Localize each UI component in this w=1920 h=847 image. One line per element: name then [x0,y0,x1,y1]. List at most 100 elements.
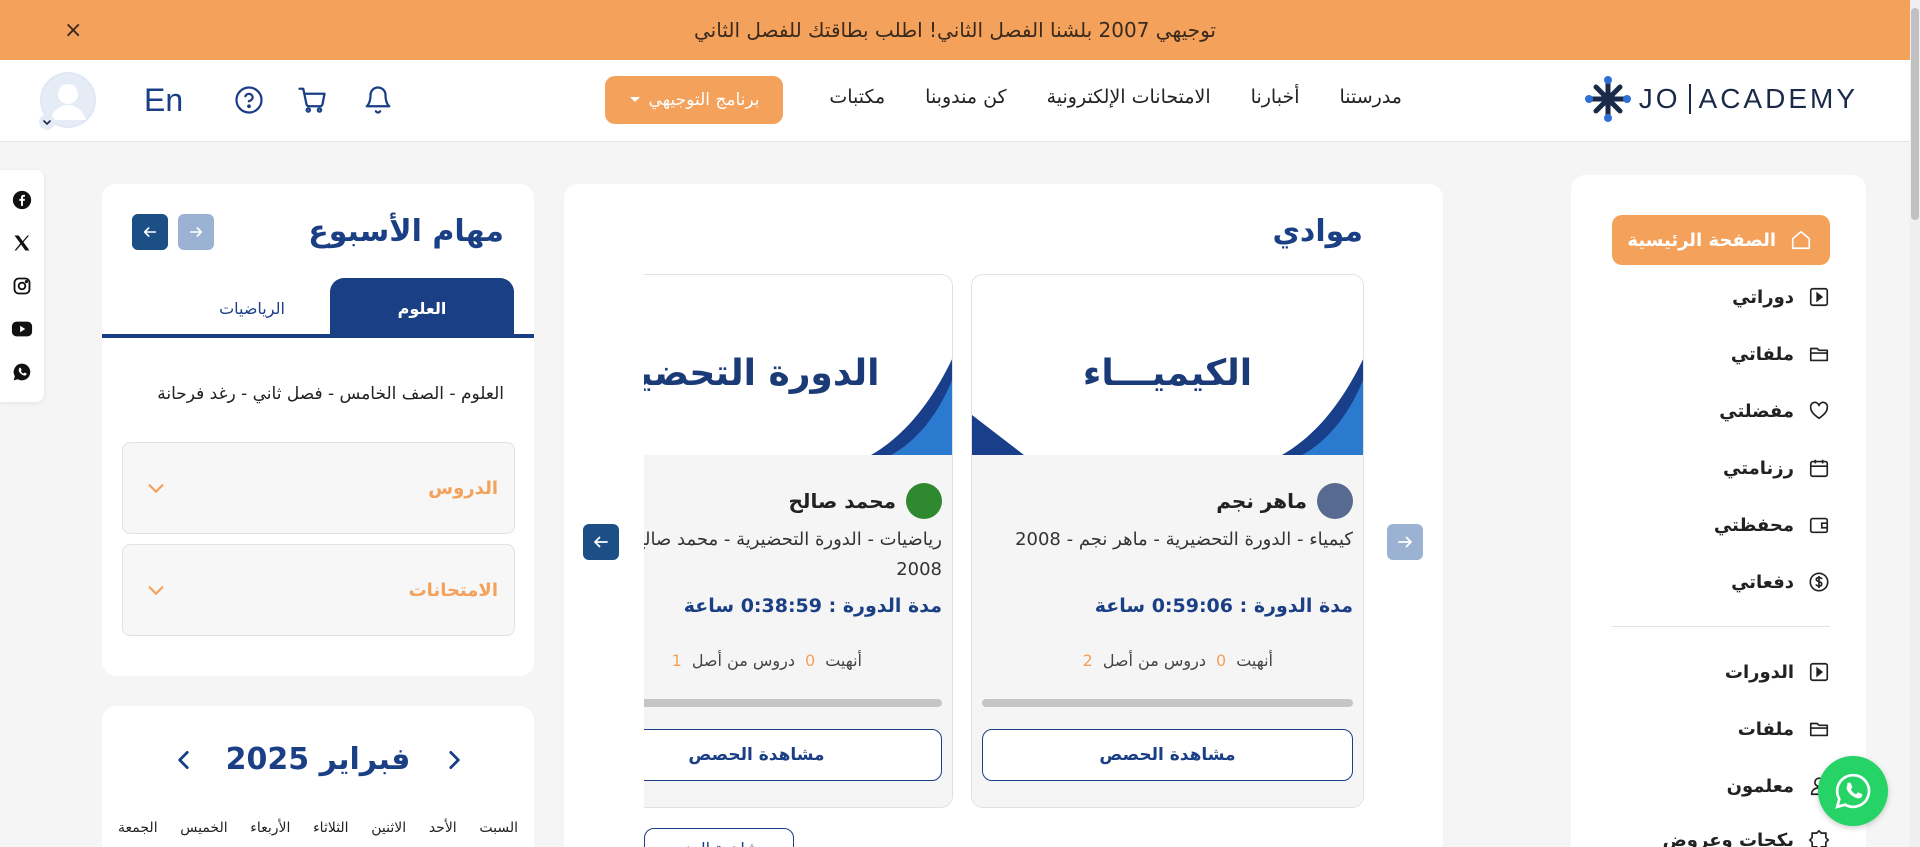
course-card: الدورة التحضيرية محمد صالح رياضيات - الد… [644,274,953,808]
sidebar-item-wallet[interactable]: محفظتي [1714,502,1830,548]
help-button[interactable] [233,84,265,116]
arrow-left-icon [594,536,608,548]
course-progress-text: أنهيت 0 دروس من أصل 1 [672,651,862,670]
calendar-next-month-button[interactable] [168,744,200,776]
tasks-next-button-alt[interactable] [178,214,214,250]
accordion-lessons[interactable]: الدروس [122,442,515,534]
accordion-label: الامتحانات [408,579,498,601]
finished-label: أنهيت [1236,651,1273,670]
announcement-text: توجيهي 2007 بلشنا الفصل الثاني! اطلب بطا… [694,18,1216,42]
weekly-tasks-panel: مهام الأسبوع العلوم الرياضيات العلوم - ا… [102,184,534,676]
teacher-avatar [906,483,942,519]
watch-lessons-button[interactable]: مشاهدة الحصص [644,729,942,781]
course-card: الكيميـــاء ماهر نجم كيمياء - الدورة الت… [971,274,1364,808]
dollar-icon [1808,571,1830,593]
tasks-prev-button[interactable] [132,214,168,250]
sidebar-item-my-files[interactable]: ملفاتي [1731,331,1830,377]
nav-news[interactable]: أخبارنا [1251,86,1300,108]
teacher-name: محمد صالح [788,489,896,513]
whatsapp-icon [1835,773,1871,809]
sidebar-item-courses[interactable]: الدورات [1725,649,1830,695]
carousel-next-button[interactable] [1387,524,1423,560]
total-count: 1 [671,651,682,670]
home-icon [1790,229,1812,251]
course-title: كيمياء - الدورة التحضيرية - ماهر نجم - 2… [1015,529,1353,550]
whatsapp-chat-button[interactable] [1818,756,1888,826]
teacher-avatar [1317,483,1353,519]
finished-count: 0 [805,651,816,670]
course-banner: الكيميـــاء [972,275,1363,455]
total-count: 2 [1082,651,1093,670]
chevron-down-icon [148,484,164,493]
sidebar-item-my-courses[interactable]: دوراتي [1732,274,1830,320]
nav-our-school[interactable]: مدرستنا [1339,86,1402,108]
sidebar-divider [1612,626,1830,627]
sidebar-item-label: ملفات [1737,718,1794,740]
language-toggle[interactable]: En [144,82,183,119]
close-announcement-button[interactable]: × [64,18,82,43]
weekday: الخميس [180,820,228,836]
accordion-exams[interactable]: الامتحانات [122,544,515,636]
my-subjects-title: موادي [1272,214,1363,249]
folder-icon [1808,343,1830,365]
tab-science[interactable]: العلوم [330,278,514,338]
logo[interactable]: JO ACADEMY [1584,76,1858,122]
folder-icon [1808,718,1830,740]
facebook-icon[interactable] [11,189,33,211]
course-cards-carousel: الكيميـــاء ماهر نجم كيمياء - الدورة الت… [644,274,1364,847]
carousel-prev-button[interactable] [583,524,619,560]
course-progress-bar [644,699,942,707]
teacher-name: ماهر نجم [1216,489,1307,513]
x-twitter-icon[interactable] [11,232,33,254]
logo-mark-icon [1584,76,1631,122]
sidebar-item-label: دوراتي [1732,286,1794,308]
sidebar-item-label: دفعاتي [1731,571,1794,593]
caret-down-icon [629,97,640,102]
instagram-icon[interactable] [11,275,33,297]
sidebar-item-teachers[interactable]: معلمون [1727,763,1830,809]
weekly-tasks-title: مهام الأسبوع [308,214,504,249]
of-label: دروس من أصل [691,651,795,670]
announcement-bar: توجيهي 2007 بلشنا الفصل الثاني! اطلب بطا… [0,0,1910,60]
bell-icon [365,86,391,114]
badge-icon [1808,829,1830,847]
sidebar-item-label: محفظتي [1713,514,1794,536]
sidebar-item-home[interactable]: الصفحة الرئيسية [1612,215,1830,265]
tawjihi-program-dropdown[interactable]: برنامج التوجيهي [605,76,783,124]
weekday: الأحد [428,820,457,836]
view-more-button[interactable]: مشاهدة المزيد [644,828,794,847]
accordion-label: الدروس [428,477,498,499]
watch-lessons-button[interactable]: مشاهدة الحصص [982,729,1353,781]
weekday: السبت [479,820,518,836]
whatsapp-small-icon[interactable] [11,361,33,383]
notifications-button[interactable] [362,84,394,116]
of-label: دروس من أصل [1102,651,1206,670]
page-scrollbar-thumb[interactable] [1911,8,1919,220]
course-duration: مدة الدورة : 0:38:59 ساعة [683,595,942,617]
arrow-right-icon [1398,536,1412,548]
nav-libraries[interactable]: مكتبات [829,86,885,108]
logo-text-right: ACADEMY [1698,83,1858,114]
weekday: الثلاثاء [313,820,349,836]
sidebar-item-label: معلمون [1726,775,1794,797]
sidebar-item-favorites[interactable]: مفضلتي [1719,388,1830,434]
course-banner-text: الكيميـــاء [1082,353,1253,394]
calendar-icon [1808,457,1830,479]
finished-label: أنهيت [825,651,862,670]
cart-icon [298,87,326,113]
tab-math[interactable]: الرياضيات [160,280,344,336]
wallet-icon [1808,514,1830,536]
logo-divider [1688,84,1691,114]
sidebar-item-packages[interactable]: بكجات وعروض [1663,817,1830,847]
sidebar-item-payments[interactable]: دفعاتي [1731,559,1830,605]
tasks-subtitle: العلوم - الصف الخامس - فصل ثاني - رغد فر… [157,384,504,404]
sidebar-item-files[interactable]: ملفات [1738,706,1830,752]
help-icon [235,86,263,114]
nav-become-agent[interactable]: كن مندوبنا [925,86,1006,108]
youtube-icon[interactable] [11,318,33,340]
avatar-chevron-icon[interactable] [39,114,55,130]
sidebar-item-calendar[interactable]: رزنامتي [1723,445,1830,491]
nav-online-exams[interactable]: الامتحانات الإلكترونية [1047,86,1211,108]
main-nav: مدرستنا أخبارنا الامتحانات الإلكترونية ك… [829,86,1402,108]
cart-button[interactable] [296,84,328,116]
